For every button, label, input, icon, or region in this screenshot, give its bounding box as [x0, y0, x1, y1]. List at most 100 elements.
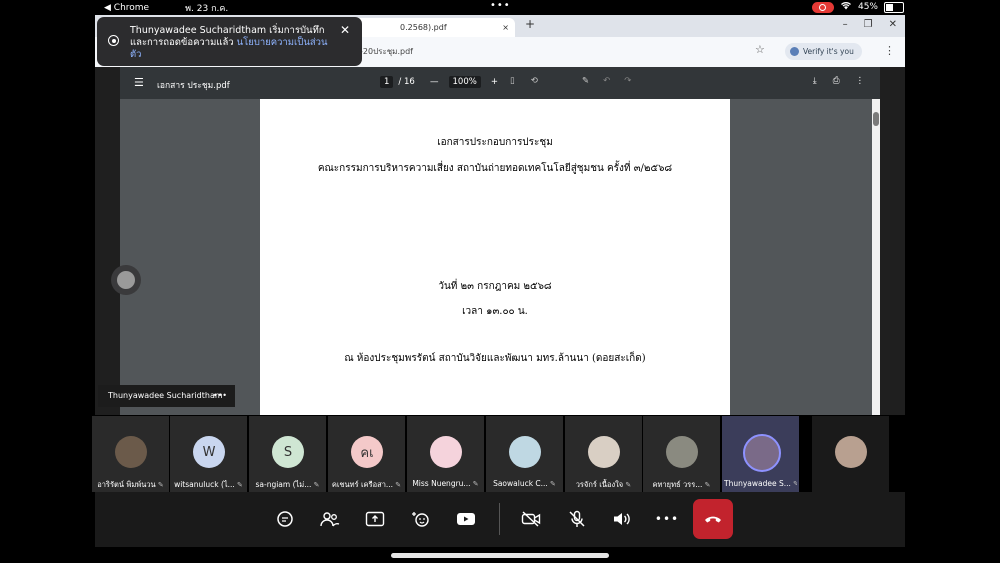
browser-menu-icon[interactable]: ⋮ — [884, 44, 895, 57]
pdf-page: เอกสารประกอบการประชุม คณะกรรมการบริหารคว… — [260, 99, 730, 415]
speaker-icon[interactable] — [610, 507, 634, 531]
window-close-icon[interactable]: ✕ — [889, 19, 897, 30]
undo-icon[interactable]: ↶ — [603, 76, 610, 86]
menu-icon[interactable]: ☰ — [134, 76, 144, 89]
draw-icon[interactable]: ✎ — [582, 76, 589, 86]
reactions-icon[interactable] — [409, 507, 433, 531]
participant-avatar: S — [272, 436, 304, 468]
window-controls: – ❐ ✕ — [843, 19, 897, 30]
participant-tile[interactable]: Ssa-ngiam (ไม่... ✎ — [249, 416, 326, 492]
pdf-toolbar: ☰ เอกสาร ประชุม.pdf 1 / 16 — 100% + ▯ ⟲ … — [120, 67, 880, 99]
back-to-app[interactable]: ◀ Chrome — [104, 3, 149, 13]
participant-avatar — [430, 436, 462, 468]
page-number-input[interactable]: 1 — [380, 76, 394, 88]
participant-tile[interactable]: คทายุทธ์ วรร... ✎ — [643, 416, 720, 492]
muted-mic-icon: ✎ — [470, 480, 479, 488]
url-text[interactable]: -20ประชุม.pdf — [360, 45, 413, 58]
muted-mic-icon: ✎ — [311, 481, 320, 489]
presenter-label: Thunyawadee Sucharidtham ••• — [98, 385, 235, 407]
status-date: พ. 23 ก.ค. — [185, 4, 229, 14]
participant-name: witsanuluck (ไ... ✎ — [172, 479, 245, 491]
participant-name-text: คทายุทธ์ วรร... — [652, 480, 703, 489]
video-view-icon[interactable] — [454, 507, 478, 531]
participant-name-text: คเชนทร์ เครือสา... — [331, 480, 394, 489]
mic-off-icon[interactable] — [565, 507, 589, 531]
zoom-controls: — 100% + — [430, 76, 498, 88]
tab-close-icon[interactable]: × — [502, 18, 509, 37]
rotate-icon[interactable]: ⟲ — [531, 76, 538, 86]
participant-tile[interactable]: Miss Nuengru... ✎ — [407, 416, 484, 492]
more-options-button[interactable]: ••• — [655, 507, 679, 531]
zoom-level[interactable]: 100% — [448, 76, 481, 88]
status-bar-left: ◀ Chrome พ. 23 ก.ค. — [104, 1, 228, 15]
call-controls: ••• — [95, 492, 905, 547]
participant-avatar — [666, 436, 698, 468]
print-icon[interactable]: ⎙ — [833, 76, 840, 86]
download-icon[interactable]: ⤓ — [813, 76, 817, 86]
participant-tile[interactable]: Thunyawadee S... ✎ — [722, 416, 799, 492]
fit-page-icon[interactable]: ▯ — [510, 76, 515, 86]
participant-tile[interactable]: Wwitsanuluck (ไ... ✎ — [170, 416, 247, 492]
participant-tile[interactable]: วรจักร์ เนื้องใจ ✎ — [565, 416, 642, 492]
bookmark-star-icon[interactable]: ☆ — [755, 43, 765, 56]
doc-title: เอกสารประกอบการประชุม — [437, 137, 553, 148]
participant-name-text: sa-ngiam (ไม่... — [255, 480, 312, 489]
participant-avatar — [835, 436, 867, 468]
maximize-icon[interactable]: ❐ — [864, 19, 873, 30]
wifi-icon — [840, 1, 852, 13]
participant-name: sa-ngiam (ไม่... ✎ — [251, 479, 324, 491]
hangup-button[interactable] — [693, 499, 733, 539]
participant-name-text: วรจักร์ เนื้องใจ — [575, 480, 624, 489]
presenter-name: Thunyawadee Sucharidtham — [108, 391, 223, 400]
multitask-dots[interactable]: ••• — [490, 0, 511, 11]
participant-name: อาริรัตน์ พิมพ์นวน ✎ — [94, 479, 167, 491]
participant-name-text: Saowaluck C... — [493, 479, 548, 488]
page-indicator: 1 / 16 — [380, 76, 415, 88]
tab-title: 0.2568).pdf — [400, 23, 447, 32]
participant-tile[interactable]: Saowaluck C... ✎ — [486, 416, 563, 492]
presenter-more-icon[interactable]: ••• — [213, 385, 227, 407]
participant-name-text: อาริรัตน์ พิมพ์นวน — [97, 480, 156, 489]
controls-divider — [499, 503, 500, 535]
participant-tile[interactable]: อาริรัตน์ พิมพ์นวน ✎ — [92, 416, 169, 492]
participant-name-text: Thunyawadee S... — [724, 479, 791, 488]
battery-percent: 45% — [857, 2, 878, 12]
verify-label: Verify it's you — [803, 47, 854, 56]
record-icon — [108, 35, 119, 46]
muted-mic-icon: ✎ — [393, 481, 402, 489]
verify-button[interactable]: Verify it's you — [785, 43, 862, 60]
pdf-filename: เอกสาร ประชุม.pdf — [157, 81, 230, 91]
camera-off-icon[interactable] — [519, 507, 543, 531]
notification-text: Thunyawadee Sucharidtham เริ่มการบันทึกแ… — [130, 25, 330, 61]
participant-name: Saowaluck C... ✎ — [488, 479, 561, 488]
participant-name-text: witsanuluck (ไ... — [174, 480, 235, 489]
status-bar-right: 45% — [811, 1, 904, 13]
participant-tile[interactable]: คเ คเชนทร์ เครือสา... ✎ — [328, 416, 405, 492]
doc-venue: ณ ห้องประชุมพรรัตน์ สถาบันวิจัยและพัฒนา … — [344, 353, 646, 364]
participant-avatar — [588, 436, 620, 468]
pdf-viewer: เอกสารประกอบการประชุม คณะกรรมการบริหารคว… — [120, 99, 880, 415]
doc-subtitle: คณะกรรมการบริหารความเสี่ยง สถาบันถ่ายทอด… — [317, 163, 673, 174]
participant-name-text: Miss Nuengru... — [412, 479, 471, 488]
share-screen-icon[interactable] — [363, 507, 387, 531]
new-tab-button[interactable]: + — [525, 17, 535, 31]
pdf-actions: ⤓ ⎙ ⋮ — [813, 76, 864, 86]
people-icon[interactable] — [318, 507, 342, 531]
chat-icon[interactable] — [273, 507, 297, 531]
notification-close-icon[interactable]: ✕ — [340, 24, 350, 36]
participant-name: Thunyawadee S... ✎ — [724, 479, 797, 488]
recording-notification: Thunyawadee Sucharidtham เริ่มการบันทึกแ… — [97, 17, 362, 66]
home-indicator[interactable] — [391, 553, 609, 558]
shared-screen: 0.2568).pdf × + – ❐ ✕ -20ประชุม.pdf ☆ Ve… — [95, 15, 905, 415]
redo-icon[interactable]: ↷ — [624, 76, 631, 86]
scrollbar[interactable] — [872, 99, 880, 415]
minimize-icon[interactable]: – — [843, 19, 848, 30]
participant-name: คเชนทร์ เครือสา... ✎ — [330, 479, 403, 491]
battery-icon — [884, 1, 904, 13]
scroll-thumb[interactable] — [873, 112, 879, 126]
zoom-in-button[interactable]: + — [491, 77, 498, 87]
more-icon[interactable]: ⋮ — [856, 76, 865, 86]
zoom-out-button[interactable]: — — [430, 77, 439, 87]
assistive-touch-button[interactable] — [111, 265, 141, 295]
participant-tile[interactable] — [812, 416, 889, 492]
